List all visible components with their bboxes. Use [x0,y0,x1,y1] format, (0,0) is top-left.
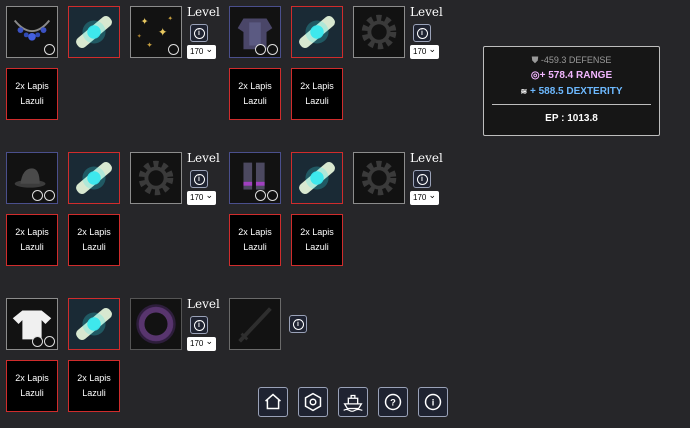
level-select[interactable]: 170 [187,334,216,351]
gear-icon [138,160,174,196]
svg-text:✦: ✦ [141,16,149,27]
target-icon: ◎ [530,70,540,81]
socket-rings [255,44,278,55]
info-icon: i [193,319,205,331]
gear-slot[interactable] [353,6,405,58]
sword-slot[interactable] [229,298,281,350]
gem-slot[interactable]: 2x Lapis Lazuli [68,214,120,266]
info-icon: i [193,173,205,185]
scroll-slot[interactable] [68,6,120,58]
level-label: Level [410,5,443,19]
home-button[interactable] [258,387,288,417]
scroll-slot[interactable] [291,152,343,204]
gear-icon [361,160,397,196]
svg-text:i: i [432,398,435,408]
scroll-slot[interactable] [291,6,343,58]
ship-icon [343,394,363,412]
settings-button[interactable] [298,387,328,417]
question-icon: ? [384,393,402,411]
hexagon-icon [304,392,322,412]
scroll-slot[interactable] [68,298,120,350]
gem-slot[interactable]: 2x Lapis Lazuli [229,214,281,266]
dexterity-stat: ≋ + 588.5 DEXTERITY [520,86,623,97]
svg-text:✦: ✦ [146,40,153,49]
level-select[interactable]: 170 [410,188,439,205]
ship-button[interactable] [338,387,368,417]
socket-rings [255,190,278,201]
sparkles-slot[interactable]: ✦ ✦ ✦ ✦ ✦ [130,6,182,58]
info-nav-button[interactable]: i [418,387,448,417]
help-button[interactable]: ? [378,387,408,417]
gem-slot[interactable]: 2x Lapis Lazuli [6,214,58,266]
level-label: Level [187,151,220,165]
home-icon [265,393,281,410]
gem-slot[interactable]: 2x Lapis Lazuli [6,68,58,120]
info-icon: i [416,173,428,185]
stats-divider [492,104,651,105]
scroll-icon [69,153,119,203]
svg-text:✦: ✦ [168,14,174,22]
boots-slot[interactable] [229,152,281,204]
level-select[interactable]: 170 [187,188,216,205]
void-ring-icon [136,304,176,344]
stats-panel: ⛊ -459.3 DEFENSE ◎+ 578.4 RANGE ≋ + 588.… [483,46,660,136]
info-icon: i [193,27,205,39]
ep-stat: EP : 1013.8 [545,113,598,124]
shield-icon: ⛊ [531,55,539,65]
level-select[interactable]: 170 [410,42,439,59]
level-label: Level [410,151,443,165]
socket-rings [32,190,55,201]
info-button[interactable]: i [190,316,208,334]
sword-icon [238,307,272,343]
level-label: Level [187,297,220,311]
hat-slot[interactable] [6,152,58,204]
scroll-slot[interactable] [68,152,120,204]
gear-icon [361,14,397,50]
dash-icon: ≋ [520,87,528,96]
scroll-icon [292,153,342,203]
scroll-icon [69,7,119,57]
gear-slot[interactable] [130,152,182,204]
info-button[interactable]: i [190,24,208,42]
defense-stat: ⛊ -459.3 DEFENSE [531,55,612,65]
gem-slot[interactable]: 2x Lapis Lazuli [6,360,58,412]
level-select[interactable]: 170 [187,42,216,59]
info-button[interactable]: i [413,24,431,42]
gem-slot[interactable]: 2x Lapis Lazuli [291,68,343,120]
info-button[interactable]: i [289,315,307,333]
gem-slot[interactable]: 2x Lapis Lazuli [229,68,281,120]
gem-slot[interactable]: 2x Lapis Lazuli [68,360,120,412]
gear-slot[interactable] [353,152,405,204]
scroll-icon [292,7,342,57]
scroll-icon [69,299,119,349]
range-stat: ◎+ 578.4 RANGE [530,70,613,81]
gem-slot[interactable]: 2x Lapis Lazuli [291,214,343,266]
socket-rings [168,44,179,55]
info-icon: i [416,27,428,39]
armor-slot[interactable] [229,6,281,58]
svg-text:✦: ✦ [158,27,168,39]
info-button[interactable]: i [190,170,208,188]
svg-text:?: ? [390,398,396,408]
void-ring-slot[interactable] [130,298,182,350]
socket-rings [32,336,55,347]
info-icon: i [292,318,304,330]
info-icon: i [424,393,442,411]
socket-rings [44,44,55,55]
level-label: Level [187,5,220,19]
info-button[interactable]: i [413,170,431,188]
shirt-slot[interactable] [6,298,58,350]
svg-text:✦: ✦ [137,33,142,40]
necklace-slot[interactable] [6,6,58,58]
